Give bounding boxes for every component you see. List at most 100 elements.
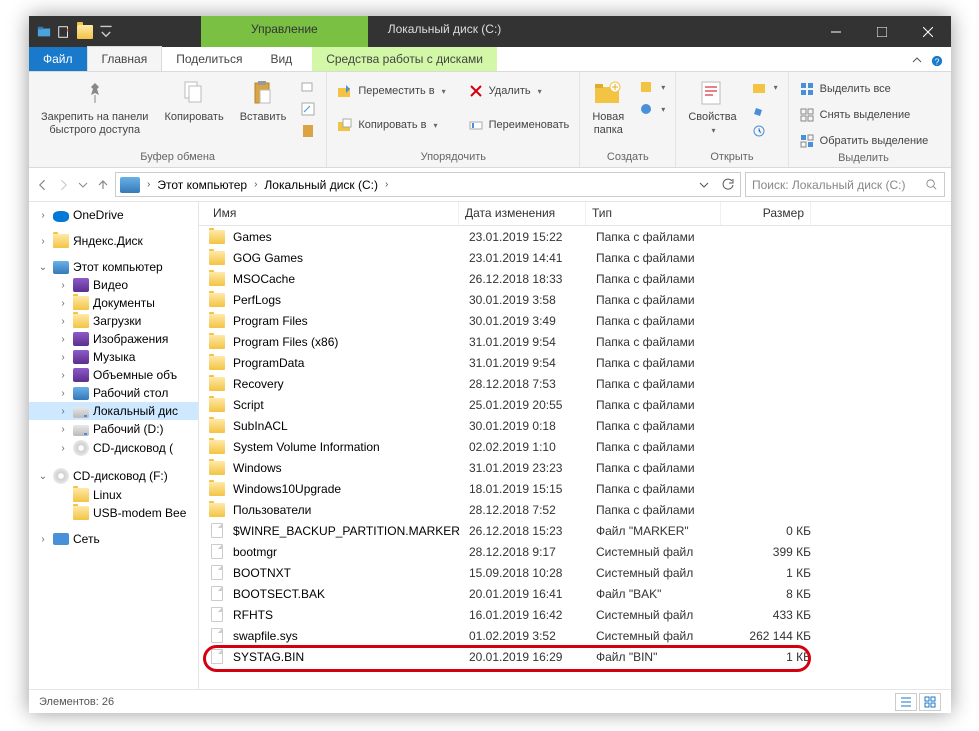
tree-item-video[interactable]: ›Видео: [29, 276, 198, 294]
file-row[interactable]: bootmgr28.12.2018 9:17Системный файл399 …: [199, 541, 951, 562]
file-row[interactable]: Program Files30.01.2019 3:49Папка с файл…: [199, 310, 951, 331]
tree-item-yandex[interactable]: ›Яндекс.Диск: [29, 232, 198, 250]
tab-home[interactable]: Главная: [87, 46, 163, 71]
expand-icon[interactable]: ›: [37, 210, 49, 221]
refresh-button[interactable]: [716, 178, 740, 192]
maximize-button[interactable]: [859, 16, 905, 47]
tree-item-desktop[interactable]: ›Рабочий стол: [29, 384, 198, 402]
file-row[interactable]: Program Files (x86)31.01.2019 9:54Папка …: [199, 331, 951, 352]
address-bar[interactable]: › Этот компьютер › Локальный диск (C:) ›: [115, 172, 741, 197]
column-headers[interactable]: Имя Дата изменения Тип Размер: [199, 202, 951, 226]
tree-item-downloads[interactable]: ›Загрузки: [29, 312, 198, 330]
minimize-button[interactable]: [813, 16, 859, 47]
copy-to-button[interactable]: Копировать в▾: [333, 115, 449, 135]
file-row[interactable]: Windows10Upgrade18.01.2019 15:15Папка с …: [199, 478, 951, 499]
file-list[interactable]: Games23.01.2019 15:22Папка с файламиGOG …: [199, 226, 951, 689]
expand-icon[interactable]: ›: [57, 406, 69, 417]
folder-icon[interactable]: [77, 25, 93, 39]
expand-icon[interactable]: ›: [57, 298, 69, 309]
tree-item-usb[interactable]: USB-modem Bee: [29, 504, 198, 522]
expand-icon[interactable]: ›: [37, 534, 49, 545]
paste-shortcut-button[interactable]: [296, 99, 320, 119]
tree-item-onedrive[interactable]: ›OneDrive: [29, 206, 198, 224]
pin-quick-access-button[interactable]: Закрепить на панели быстрого доступа: [35, 75, 154, 138]
new-folder-button[interactable]: Новая папка: [586, 75, 630, 138]
select-all-button[interactable]: Выделить все: [795, 79, 933, 99]
forward-button[interactable]: [55, 177, 71, 193]
file-row[interactable]: PerfLogs30.01.2019 3:58Папка с файлами: [199, 289, 951, 310]
expand-icon[interactable]: ›: [57, 316, 69, 327]
deselect-button[interactable]: Снять выделение: [795, 105, 933, 125]
copy-button[interactable]: Копировать: [158, 75, 229, 126]
file-row[interactable]: ProgramData31.01.2019 9:54Папка с файлам…: [199, 352, 951, 373]
expand-icon[interactable]: ›: [57, 334, 69, 345]
tab-drive-tools[interactable]: Средства работы с дисками: [312, 47, 497, 71]
edit-button[interactable]: [747, 99, 782, 119]
collapse-ribbon-icon[interactable]: [911, 55, 923, 67]
tree-item-pictures[interactable]: ›Изображения: [29, 330, 198, 348]
file-row[interactable]: SubInACL30.01.2019 0:18Папка с файлами: [199, 415, 951, 436]
address-dropdown-button[interactable]: [692, 180, 716, 190]
search-input[interactable]: Поиск: Локальный диск (C:): [745, 172, 945, 197]
tab-share[interactable]: Поделиться: [162, 47, 256, 71]
breadcrumb-drive-c[interactable]: Локальный диск (C:): [260, 173, 382, 196]
rename-button[interactable]: Переименовать: [464, 115, 574, 135]
file-row[interactable]: GOG Games23.01.2019 14:41Папка с файлами: [199, 247, 951, 268]
expand-icon[interactable]: ›: [57, 280, 69, 291]
invert-selection-button[interactable]: Обратить выделение: [795, 131, 933, 151]
expand-icon[interactable]: ⌄: [37, 471, 49, 482]
tree-item-cd_e[interactable]: ›CD-дисковод (: [29, 438, 198, 458]
expand-icon[interactable]: ›: [57, 424, 69, 435]
expand-icon[interactable]: ⌄: [37, 262, 49, 273]
tree-item-drive_c[interactable]: ›Локальный дис: [29, 402, 198, 420]
tree-item-network[interactable]: ›Сеть: [29, 530, 198, 548]
close-button[interactable]: [905, 16, 951, 47]
tree-item-drive_d[interactable]: ›Рабочий (D:): [29, 420, 198, 438]
file-row[interactable]: System Volume Information02.02.2019 1:10…: [199, 436, 951, 457]
file-row[interactable]: swapfile.sys01.02.2019 3:52Системный фай…: [199, 625, 951, 646]
history-button[interactable]: [747, 121, 782, 141]
qat-dropdown-icon[interactable]: [99, 25, 113, 39]
expand-icon[interactable]: ›: [57, 443, 69, 454]
help-icon[interactable]: ?: [931, 55, 943, 67]
tree-item-cd_f[interactable]: ⌄CD-дисковод (F:): [29, 466, 198, 486]
expand-icon[interactable]: ›: [37, 236, 49, 247]
clipboard-history-button[interactable]: [296, 121, 320, 141]
expand-icon[interactable]: ›: [57, 352, 69, 363]
properties-button[interactable]: Свойства▾: [682, 75, 742, 137]
details-view-button[interactable]: [895, 693, 917, 711]
tab-view[interactable]: Вид: [256, 47, 306, 71]
file-row[interactable]: BOOTNXT15.09.2018 10:28Системный файл1 К…: [199, 562, 951, 583]
paste-path-button[interactable]: [296, 77, 320, 97]
file-row[interactable]: Games23.01.2019 15:22Папка с файлами: [199, 226, 951, 247]
expand-icon[interactable]: ›: [57, 388, 69, 399]
new-item-button[interactable]: ▾: [634, 77, 669, 97]
tree-item-linux[interactable]: Linux: [29, 486, 198, 504]
file-row[interactable]: Windows31.01.2019 23:23Папка с файлами: [199, 457, 951, 478]
up-button[interactable]: [95, 177, 111, 193]
tree-item-documents[interactable]: ›Документы: [29, 294, 198, 312]
file-row[interactable]: Пользователи28.12.2018 7:52Папка с файла…: [199, 499, 951, 520]
paste-button[interactable]: Вставить: [234, 75, 293, 126]
easy-access-button[interactable]: ▾: [634, 99, 669, 119]
tab-file[interactable]: Файл: [29, 47, 87, 71]
expand-icon[interactable]: ›: [57, 370, 69, 381]
file-row[interactable]: BOOTSECT.BAK20.01.2019 16:41Файл "BAK"8 …: [199, 583, 951, 604]
file-row[interactable]: RFHTS16.01.2019 16:42Системный файл433 К…: [199, 604, 951, 625]
tree-item-objects3d[interactable]: ›Объемные объ: [29, 366, 198, 384]
context-tab-manage[interactable]: Управление: [201, 16, 368, 47]
file-row[interactable]: Script25.01.2019 20:55Папка с файлами: [199, 394, 951, 415]
open-button[interactable]: ▾: [747, 77, 782, 97]
file-row[interactable]: MSOCache26.12.2018 18:33Папка с файлами: [199, 268, 951, 289]
tree-item-this_pc[interactable]: ⌄Этот компьютер: [29, 258, 198, 276]
properties-icon[interactable]: [57, 25, 71, 39]
recent-dropdown-icon[interactable]: [75, 177, 91, 193]
file-row[interactable]: Recovery28.12.2018 7:53Папка с файлами: [199, 373, 951, 394]
move-to-button[interactable]: Переместить в▾: [333, 81, 449, 101]
tree-item-music[interactable]: ›Музыка: [29, 348, 198, 366]
delete-button[interactable]: Удалить▾: [464, 81, 574, 101]
breadcrumb-this-pc[interactable]: Этот компьютер: [153, 173, 251, 196]
navigation-tree[interactable]: ›OneDrive ›Яндекс.Диск ⌄Этот компьютер›Вид…: [29, 202, 199, 689]
back-button[interactable]: [35, 177, 51, 193]
file-row[interactable]: SYSTAG.BIN20.01.2019 16:29Файл "BIN"1 КБ: [199, 646, 951, 667]
